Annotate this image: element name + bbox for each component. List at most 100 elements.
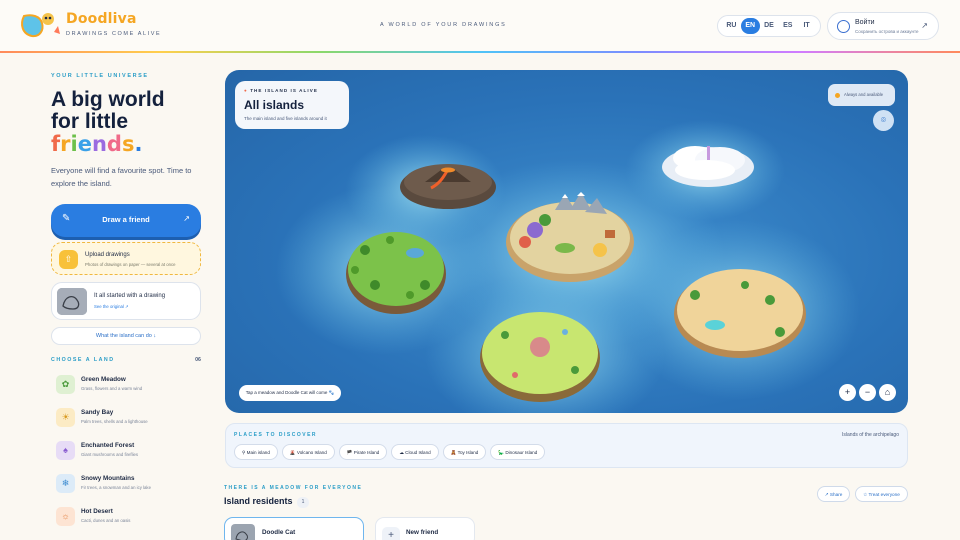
residents-count: 1 [297,497,309,508]
arrow-up-right-icon: ↗ [921,21,928,30]
header-tagline: A WORLD OF YOUR DRAWINGS [380,22,507,28]
treat-everyone-button[interactable]: ☆ Treat everyone [855,486,908,502]
choose-land-label: CHOOSE A LAND [51,357,115,363]
snowflake-icon: ❄ [56,474,75,493]
hot-sun-icon: ☼ [56,507,75,526]
land-name: Sandy Bay [81,409,114,416]
draw-friend-label: Draw a friend [102,215,150,224]
land-desc: Grass, flowers and a warm wind [81,386,143,391]
chip-pirate-island[interactable]: 🏴 Pirate Island [338,444,388,460]
flower-icon: ✿ [56,375,75,394]
login-button[interactable]: Войти Сохранить острова и аккаунте ↗ [827,12,939,40]
upload-drawings-dropzone[interactable]: ⇧ Upload drawings Photos of drawings on … [51,242,201,275]
hero-title: A big world for little friends. [51,89,201,156]
hero-title-line1: A big world [51,88,165,111]
lang-ru[interactable]: RU [722,18,741,34]
land-item-enchanted-forest[interactable]: ♠ Enchanted Forest Giant mushrooms and f… [51,438,201,464]
hero-title-colored: friends. [51,133,201,156]
island-status: ● THE ISLAND IS ALIVE [244,88,318,93]
land-item-sandy-bay[interactable]: ☀ Sandy Bay Palm trees, shells and a lig… [51,405,201,431]
hero-letter: . [134,132,143,156]
land-desc: Palm trees, shells and a lighthouse [81,419,148,424]
land-item-snowy-mountains[interactable]: ❄ Snowy Mountains Fir trees, a snowman a… [51,471,201,497]
origin-link[interactable]: See the original ↗ [94,304,129,310]
sidebar: YOUR LITTLE UNIVERSE A big world for lit… [0,53,215,540]
upload-title: Upload drawings [85,252,130,258]
land-item-green-meadow[interactable]: ✿ Green Meadow Grass, flowers and a warm… [51,372,201,398]
share-button[interactable]: ↗ Share [817,486,850,502]
resident-name: Doodle Cat [262,529,296,536]
camera-button[interactable]: ⌾ [873,110,894,131]
residents-eyebrow: THERE IS A MEADOW FOR EVERYONE [224,485,363,491]
upload-icon: ⇧ [59,250,78,269]
land-desc: Fir trees, a snowman and an icy lake [81,485,151,490]
zoom-out-button[interactable]: − [859,384,876,401]
hero-letter: i [70,132,78,156]
lands-count: 06 [195,357,201,363]
south-island[interactable] [480,312,600,402]
chip-main-island[interactable]: ⚲ Main island [234,444,278,460]
sun-icon: ☀ [56,408,75,427]
choose-land-heading: CHOOSE A LAND 06 [51,357,201,363]
map-tip: Tap a meadow and Doodle Cat will come 🐾 [239,385,341,401]
meadow-island[interactable] [346,232,446,314]
camera-icon: ⌾ [880,115,887,125]
hero-letter: r [60,132,71,156]
lang-es[interactable]: ES [778,18,797,34]
logo-icon[interactable] [18,10,62,40]
origin-drawing-card[interactable]: It all started with a drawing See the or… [51,282,201,320]
hero-eyebrow: YOUR LITTLE UNIVERSE [51,73,149,79]
volcano-island[interactable] [400,164,496,209]
lang-it[interactable]: IT [797,18,816,34]
top-header: Doodliva DRAWINGS COME ALIVE A WORLD OF … [0,0,960,52]
places-panel: PLACES TO DISCOVER Islands of the archip… [225,423,908,468]
new-friend-label: New friend [406,529,439,536]
chip-volcano-island[interactable]: 🌋 Volcano Island [281,444,335,460]
login-title: Войти [855,19,875,26]
upload-subtitle: Photos of drawings on paper — several at… [85,262,176,267]
availability-badge: Always and available [828,84,895,106]
island-title: All islands [244,98,305,112]
places-chips: ⚲ Main island 🌋 Volcano Island 🏴 Pirate … [234,444,546,460]
residents-title: Island residents [224,496,293,506]
land-desc: Giant mushrooms and fireflies [81,452,139,457]
resident-avatar [231,524,255,540]
land-name: Hot Desert [81,508,113,515]
hero-letter: e [77,132,92,156]
hero-letter: f [51,132,61,156]
chip-toy-island[interactable]: 🧸 Toy Island [442,444,487,460]
drawing-thumbnail [57,288,87,315]
places-heading: PLACES TO DISCOVER [234,432,318,438]
login-subtitle: Сохранить острова и аккаунте [855,29,919,34]
island-subtitle: The main island and five islands around … [244,116,327,121]
what-island-can-do-button[interactable]: What the island can do ↓ [51,327,201,345]
resident-card[interactable]: Doodle Cat [224,517,364,540]
island-info-card: ● THE ISLAND IS ALIVE All islands The ma… [235,81,349,129]
chip-dinosaur-island[interactable]: 🦕 Dinosaur Island [490,444,546,460]
land-item-hot-desert[interactable]: ☼ Hot Desert Cacti, dunes and an oasis [51,504,201,530]
draw-friend-button[interactable]: ✎ Draw a friend ↗ [51,204,201,237]
logo-wordmark[interactable]: Doodliva [66,11,137,27]
availability-text: Always and available [844,92,884,97]
lang-de[interactable]: DE [760,18,779,34]
tree-icon: ♠ [56,441,75,460]
hero-letter: n [91,132,107,156]
status-dot-icon: ● [244,88,248,93]
lang-en[interactable]: EN [740,18,760,34]
land-name: Snowy Mountains [81,475,135,482]
land-name: Enchanted Forest [81,442,135,449]
home-button[interactable]: ⌂ [879,384,896,401]
land-desc: Cacti, dunes and an oasis [81,518,131,523]
hero-letter: d [106,132,122,156]
zoom-in-button[interactable]: + [839,384,856,401]
places-right-label: Islands of the archipelago [842,432,899,438]
logo-tagline: DRAWINGS COME ALIVE [66,31,162,37]
sandy-island[interactable] [674,269,806,358]
island-status-text: THE ISLAND IS ALIVE [250,88,318,93]
language-switcher: RU EN DE ES IT [717,15,821,37]
user-icon [837,20,850,33]
new-friend-card[interactable]: + New friend [375,517,475,540]
chip-cloud-island[interactable]: ☁ Cloud Island [391,444,439,460]
status-dot-icon [835,93,840,98]
arrow-up-right-icon: ↗ [183,214,190,223]
